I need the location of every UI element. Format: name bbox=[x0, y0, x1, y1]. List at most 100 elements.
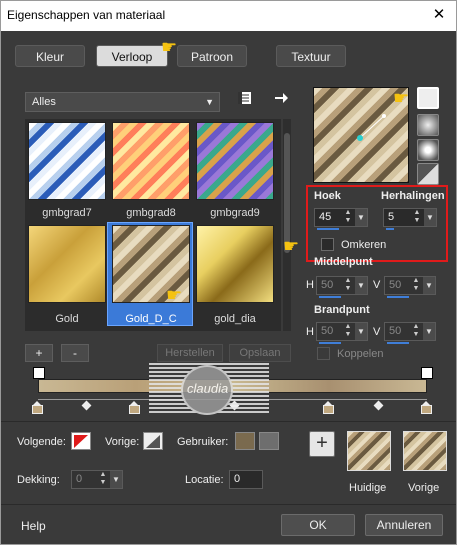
gradient-swatch-gold[interactable] bbox=[28, 225, 106, 303]
gradient-label-gmbgrad8: gmbgrad8 bbox=[126, 207, 176, 219]
category-selected: Alles bbox=[32, 96, 56, 108]
title-bar: Eigenschappen van materiaal ✕ bbox=[1, 1, 456, 31]
material-properties-dialog: Eigenschappen van materiaal ✕ Kleur Verl… bbox=[0, 0, 457, 545]
transparency-marker-icon[interactable] bbox=[421, 367, 433, 379]
window-title: Eigenschappen van materiaal bbox=[7, 8, 166, 22]
stepper-icon[interactable]: ▲ ▼ bbox=[342, 323, 354, 340]
arrow-right-icon[interactable] bbox=[273, 90, 289, 108]
prev-stop-label: Vorige: bbox=[105, 436, 140, 448]
focus-h-label: H bbox=[306, 326, 314, 338]
gradient-label-gold: Gold bbox=[55, 313, 79, 325]
stepper-icon[interactable]: ▲ ▼ bbox=[410, 323, 422, 340]
chevron-down-icon[interactable]: ▼ bbox=[424, 209, 436, 226]
stepper-icon[interactable]: ▲ ▼ bbox=[342, 209, 354, 226]
save-button[interactable]: Opslaan bbox=[229, 344, 291, 362]
focus-h-slider-bar[interactable] bbox=[319, 342, 341, 344]
stepper-icon[interactable]: ▲ ▼ bbox=[97, 471, 109, 488]
current-label: Huidige bbox=[349, 482, 387, 494]
opacity-input[interactable]: 0 ▲ ▼ ▼ bbox=[71, 470, 123, 489]
gradient-swatch-gmbgrad8[interactable] bbox=[112, 122, 190, 200]
category-dropdown[interactable]: Alles ▼ bbox=[25, 92, 220, 112]
restore-button[interactable]: Herstellen bbox=[157, 344, 223, 362]
gradient-label-gmbgrad7: gmbgrad7 bbox=[42, 207, 92, 219]
next-color-swatch[interactable] bbox=[71, 432, 91, 450]
sunburst-type-button[interactable] bbox=[417, 163, 439, 185]
watermark-logo: claudia bbox=[149, 363, 269, 415]
center-h-input[interactable]: 50 ▲ ▼ ▼ bbox=[316, 276, 368, 298]
pointer-hand-icon: ☛ bbox=[161, 37, 178, 57]
gradient-swatch-gmbgrad9[interactable] bbox=[196, 122, 274, 200]
gradient-list-scrollbar[interactable] bbox=[283, 119, 291, 331]
user-color-label: Gebruiker: bbox=[177, 436, 229, 448]
pointer-hand-icon: ☛ bbox=[166, 285, 183, 305]
angle-label: Hoek bbox=[314, 190, 341, 202]
gradient-label-gold-dia: gold_dia bbox=[214, 313, 256, 325]
previous-preview[interactable] bbox=[403, 431, 447, 471]
add-to-swatches-button[interactable]: + bbox=[309, 431, 335, 457]
gradient-label-gmbgrad9: gmbgrad9 bbox=[210, 207, 260, 219]
tab-patroon[interactable]: Patroon bbox=[177, 45, 247, 67]
chevron-down-icon[interactable]: ▼ bbox=[110, 471, 122, 488]
chevron-down-icon[interactable]: ▼ bbox=[355, 277, 367, 294]
color-stop-icon[interactable] bbox=[129, 401, 140, 414]
linear-type-button[interactable] bbox=[417, 87, 439, 109]
divider bbox=[1, 421, 456, 422]
chevron-down-icon[interactable]: ▼ bbox=[355, 323, 367, 340]
center-v-input[interactable]: 50 ▲ ▼ ▼ bbox=[384, 276, 436, 298]
ok-button[interactable]: OK bbox=[281, 514, 355, 536]
radial-type-button[interactable] bbox=[417, 139, 439, 161]
center-h-label: H bbox=[306, 279, 314, 291]
focus-v-slider-bar[interactable] bbox=[387, 342, 409, 344]
chevron-down-icon[interactable]: ▼ bbox=[423, 277, 435, 294]
chevron-down-icon[interactable]: ▼ bbox=[423, 323, 435, 340]
color-stop-icon[interactable] bbox=[32, 401, 43, 414]
user-color-secondary-swatch[interactable] bbox=[259, 432, 279, 450]
list-view-icon[interactable] bbox=[237, 90, 253, 108]
divider bbox=[1, 504, 456, 505]
current-preview bbox=[347, 431, 391, 471]
gradient-swatch-gold-dia[interactable] bbox=[196, 225, 274, 303]
transparency-marker-icon[interactable] bbox=[33, 367, 45, 379]
repeats-slider-bar[interactable] bbox=[386, 228, 394, 230]
add-gradient-button[interactable]: + bbox=[25, 344, 53, 362]
stepper-icon[interactable]: ▲ ▼ bbox=[410, 277, 422, 294]
remove-gradient-button[interactable]: - bbox=[61, 344, 89, 362]
close-icon[interactable]: ✕ bbox=[428, 5, 450, 25]
repeats-input[interactable]: 5 ▲ ▼ ▼ bbox=[383, 208, 437, 230]
focus-v-input[interactable]: 50 ▲ ▼ ▼ bbox=[384, 322, 436, 344]
opacity-label: Dekking: bbox=[17, 474, 60, 486]
scrollbar-thumb[interactable] bbox=[284, 133, 290, 253]
center-h-slider-bar[interactable] bbox=[319, 296, 341, 298]
cancel-button[interactable]: Annuleren bbox=[365, 514, 443, 536]
center-v-label: V bbox=[373, 279, 381, 291]
angle-input[interactable]: 45 ▲ ▼ ▼ bbox=[314, 208, 368, 230]
next-stop-label: Volgende: bbox=[17, 436, 66, 448]
center-v-slider-bar[interactable] bbox=[387, 296, 409, 298]
location-label: Locatie: bbox=[185, 474, 224, 486]
midpoint-diamond-icon[interactable] bbox=[81, 400, 92, 411]
rectangular-type-button[interactable] bbox=[417, 114, 439, 136]
user-color-swatch[interactable] bbox=[235, 432, 255, 450]
midpoint-diamond-icon[interactable] bbox=[373, 400, 384, 411]
prev-color-swatch[interactable] bbox=[143, 432, 163, 450]
color-stop-icon[interactable] bbox=[323, 401, 334, 414]
invert-checkbox[interactable] bbox=[321, 238, 334, 251]
link-label: Koppelen bbox=[337, 348, 384, 360]
stepper-icon[interactable]: ▲ ▼ bbox=[411, 209, 423, 226]
focus-h-input[interactable]: 50 ▲ ▼ ▼ bbox=[316, 322, 368, 344]
help-button[interactable]: Help bbox=[21, 519, 46, 533]
location-input[interactable]: 0 bbox=[229, 470, 263, 489]
gradient-swatch-gmbgrad7[interactable] bbox=[28, 122, 106, 200]
chevron-down-icon[interactable]: ▼ bbox=[355, 209, 367, 226]
tab-verloop[interactable]: Verloop bbox=[96, 45, 168, 67]
color-stop-icon[interactable] bbox=[421, 401, 432, 414]
invert-label: Omkeren bbox=[341, 239, 387, 251]
angle-slider-bar[interactable] bbox=[317, 228, 339, 230]
focus-v-label: V bbox=[373, 326, 381, 338]
link-checkbox[interactable] bbox=[317, 347, 330, 360]
pointer-hand-icon: ☛ bbox=[283, 236, 300, 256]
pointer-hand-icon: ☛ bbox=[393, 88, 410, 108]
stepper-icon[interactable]: ▲ ▼ bbox=[342, 277, 354, 294]
tab-kleur[interactable]: Kleur bbox=[15, 45, 85, 67]
tab-textuur[interactable]: Textuur bbox=[276, 45, 346, 67]
